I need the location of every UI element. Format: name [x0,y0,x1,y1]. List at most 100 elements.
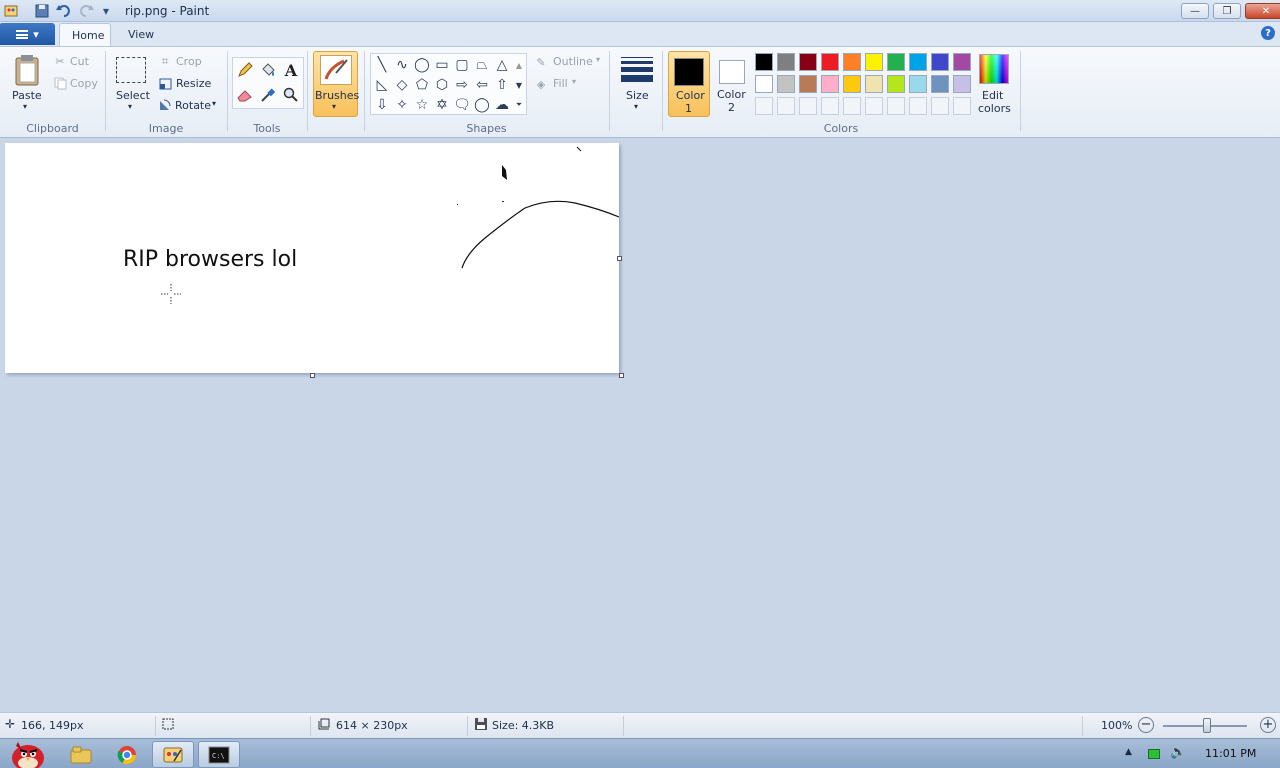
magnifier-icon[interactable] [280,85,302,105]
rounded-callout-shape-icon[interactable]: 🗨 [453,96,471,114]
copy-button[interactable]: Copy [70,77,98,90]
color-picker-icon[interactable] [257,85,279,105]
file-explorer-taskbar-icon[interactable] [60,741,102,768]
palette-swatch[interactable] [799,53,817,71]
resize-handle-right[interactable] [617,256,622,261]
drawing-canvas[interactable]: RIP browsers lol [5,143,619,373]
custom-color-slot[interactable] [799,97,817,115]
palette-swatch[interactable] [931,53,949,71]
zoom-out-button[interactable]: − [1138,717,1154,733]
edit-colors-label[interactable]: Edit [982,89,1003,102]
custom-color-slot[interactable] [755,97,773,115]
color1-button[interactable]: Color 1 [668,51,710,117]
custom-color-slot[interactable] [953,97,971,115]
shapes-scroll-down-icon[interactable]: ▼ [513,76,525,94]
paint-menu-button[interactable]: ▾ [0,23,55,45]
down-arrow-shape-icon[interactable]: ⇩ [373,96,391,114]
rotate-dropdown-icon[interactable]: ▾ [212,99,216,108]
outline-button[interactable]: Outline [553,55,593,68]
fill-dropdown-icon[interactable]: ▾ [572,77,576,86]
tab-home[interactable]: Home [59,23,111,46]
resize-button[interactable]: Resize [176,77,211,90]
clock[interactable]: 11:01 PM [1205,747,1256,760]
canvas-workspace[interactable]: RIP browsers lol [0,138,1280,712]
rectangle-shape-icon[interactable]: ▭ [433,56,451,74]
redo-icon[interactable] [78,3,94,19]
rotate-button[interactable]: Rotate [175,99,211,112]
custom-color-slot[interactable] [887,97,905,115]
palette-swatch[interactable] [777,53,795,71]
undo-icon[interactable] [56,3,72,19]
custom-color-slot[interactable] [821,97,839,115]
palette-swatch[interactable] [865,75,883,93]
size-icon[interactable] [620,53,654,85]
palette-swatch[interactable] [931,75,949,93]
select-icon[interactable] [116,57,146,83]
chrome-taskbar-icon[interactable] [106,741,148,768]
palette-swatch[interactable] [821,53,839,71]
right-arrow-shape-icon[interactable]: ⇨ [453,76,471,94]
custom-color-slot[interactable] [777,97,795,115]
paste-dropdown-icon[interactable]: ▾ [23,102,27,111]
custom-color-slot[interactable] [843,97,861,115]
close-button[interactable]: ✕ [1245,3,1280,19]
eraser-icon[interactable] [234,85,256,105]
cloud-callout-shape-icon[interactable]: ☁ [493,96,511,114]
palette-swatch[interactable] [953,53,971,71]
fill-button[interactable]: Fill [553,77,568,90]
polygon-shape-icon[interactable]: ⏢ [473,56,491,74]
palette-swatch[interactable] [887,75,905,93]
paint-app-icon[interactable] [3,3,19,19]
six-point-star-shape-icon[interactable]: ✡ [433,96,451,114]
paste-icon[interactable] [12,53,42,87]
oval-callout-shape-icon[interactable]: ◯ [473,96,491,114]
minimize-button[interactable]: — [1181,3,1209,19]
custom-color-slot[interactable] [909,97,927,115]
show-hidden-icons-button[interactable]: ▲ [1125,747,1132,757]
left-arrow-shape-icon[interactable]: ⇦ [473,76,491,94]
custom-color-slot[interactable] [931,97,949,115]
paint-taskbar-icon[interactable] [152,741,194,768]
shapes-more-icon[interactable]: ⏷ [513,96,525,114]
save-icon[interactable] [34,3,50,19]
palette-swatch[interactable] [821,75,839,93]
palette-swatch[interactable] [887,53,905,71]
oval-shape-icon[interactable]: ◯ [413,56,431,74]
tab-view[interactable]: View [116,23,166,46]
palette-swatch[interactable] [755,75,773,93]
palette-swatch[interactable] [909,53,927,71]
customize-quick-access-icon[interactable]: ▾ [98,3,114,19]
zoom-slider-thumb[interactable] [1203,718,1211,733]
pencil-icon[interactable] [234,60,256,80]
fill-bucket-icon[interactable] [257,60,279,80]
palette-swatch[interactable] [843,53,861,71]
four-point-star-shape-icon[interactable]: ✧ [393,96,411,114]
cut-button[interactable]: Cut [70,55,89,68]
palette-swatch[interactable] [755,53,773,71]
up-arrow-shape-icon[interactable]: ⇧ [493,76,511,94]
zoom-in-button[interactable]: + [1260,717,1276,733]
custom-color-slot[interactable] [865,97,883,115]
help-icon[interactable]: ? [1261,26,1275,40]
resize-handle-bottom[interactable] [310,373,315,378]
maximize-button[interactable]: ❐ [1213,3,1241,19]
curve-shape-icon[interactable]: ∿ [393,56,411,74]
palette-swatch[interactable] [865,53,883,71]
palette-swatch[interactable] [909,75,927,93]
rounded-rectangle-shape-icon[interactable]: ▢ [453,56,471,74]
hexagon-shape-icon[interactable]: ⬡ [433,76,451,94]
resize-handle-corner[interactable] [619,373,624,378]
edit-colors-icon[interactable] [979,54,1009,84]
diamond-shape-icon[interactable]: ◇ [393,76,411,94]
size-button[interactable]: Size [626,89,649,102]
crop-button[interactable]: Crop [176,55,202,68]
command-prompt-taskbar-icon[interactable]: C:\ [198,741,240,768]
palette-swatch[interactable] [953,75,971,93]
palette-swatch[interactable] [777,75,795,93]
size-dropdown-icon[interactable]: ▾ [634,102,638,111]
shapes-scroll-up-icon[interactable]: ▲ [513,56,525,74]
outline-dropdown-icon[interactable]: ▾ [596,55,600,64]
text-tool-icon[interactable]: A [280,60,302,80]
palette-swatch[interactable] [843,75,861,93]
network-icon[interactable] [1148,749,1160,759]
